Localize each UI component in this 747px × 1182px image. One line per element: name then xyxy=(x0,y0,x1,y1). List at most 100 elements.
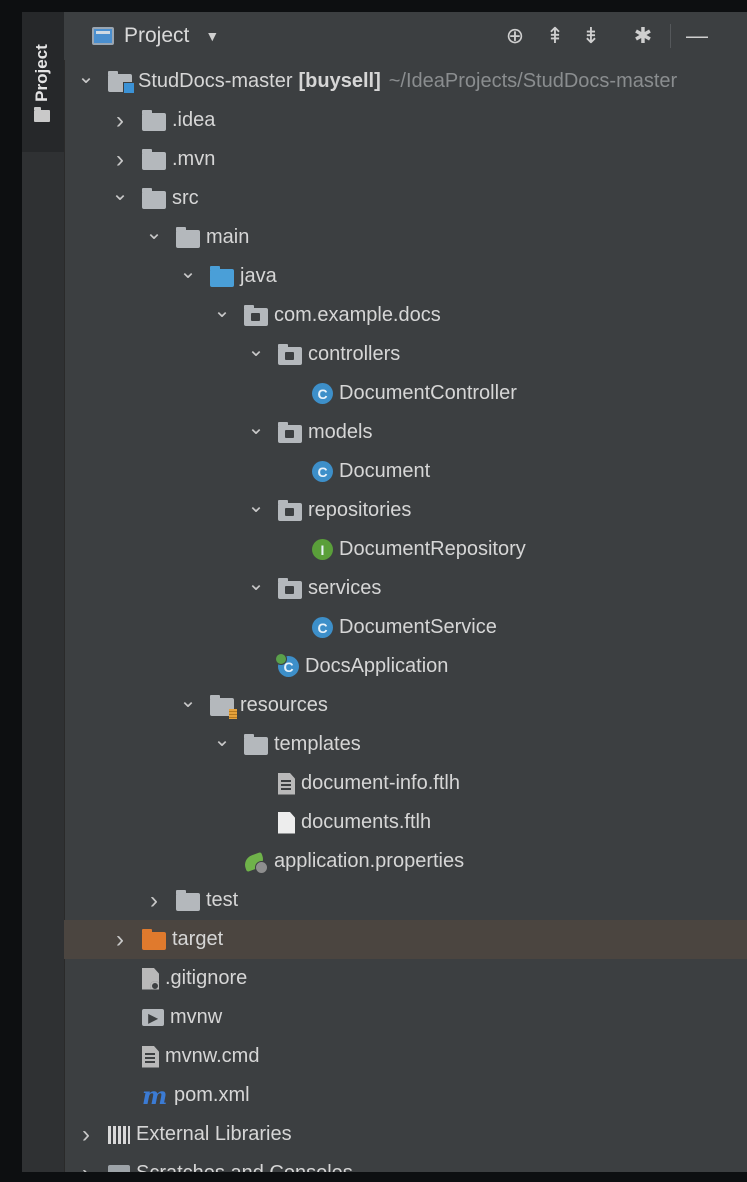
tree-node[interactable]: ⌄ main xyxy=(64,218,747,257)
tree-node[interactable]: ⌄ com.example.docs xyxy=(64,296,747,335)
tree-node[interactable]: ›CDocumentController xyxy=(64,374,747,413)
tree-node-label: document-info.ftlh xyxy=(301,772,460,794)
folder-icon xyxy=(142,187,166,209)
caret-down-icon: ▼ xyxy=(205,28,220,44)
libraries-icon xyxy=(108,1125,130,1144)
chevron-down-icon[interactable]: ⌄ xyxy=(246,340,266,365)
chevron-down-icon[interactable]: ⌄ xyxy=(246,496,266,521)
tree-node[interactable]: ⌄ java xyxy=(64,257,747,296)
minimize-icon[interactable]: — xyxy=(684,24,710,48)
expand-all-icon[interactable]: ⇞ xyxy=(542,24,568,48)
package-icon xyxy=(278,499,302,521)
resources-folder-icon xyxy=(210,694,237,719)
tree-node-label: DocumentService xyxy=(339,616,497,638)
project-toolbar: Project ▼ ⊕ ⇞ ⇟ ✱ — xyxy=(64,12,747,60)
tree-node[interactable]: ›CDocumentService xyxy=(64,608,747,647)
tree-node[interactable]: › External Libraries xyxy=(64,1115,747,1154)
tree-node[interactable]: ›.gitignore xyxy=(64,959,747,998)
chevron-down-icon[interactable]: ⌄ xyxy=(246,574,266,599)
tree-node-label: StudDocs-master xyxy=(138,70,293,92)
interface-icon: I xyxy=(312,539,333,560)
tree-node-label: models xyxy=(308,421,373,443)
project-tree[interactable]: ⌄ StudDocs-master [buysell] ~/IdeaProjects/… xyxy=(64,60,747,1172)
chevron-right-icon[interactable]: › xyxy=(110,926,130,954)
gitignore-file-icon xyxy=(142,967,159,990)
chevron-down-icon[interactable]: ⌄ xyxy=(212,301,232,326)
toolbar-separator xyxy=(670,24,671,48)
chevron-down-icon[interactable]: ⌄ xyxy=(178,262,198,287)
tree-node[interactable]: ⌄ src xyxy=(64,179,747,218)
tree-node[interactable]: ›▶mvnw xyxy=(64,998,747,1037)
tree-node-label: DocsApplication xyxy=(305,655,449,677)
package-icon xyxy=(278,421,302,443)
scratches-icon xyxy=(108,1164,134,1172)
tree-node-label: Document xyxy=(339,460,431,482)
chevron-down-icon[interactable]: ⌄ xyxy=(212,730,232,755)
tree-node[interactable]: ⌄ resources xyxy=(64,686,747,725)
folder-icon xyxy=(176,889,200,911)
executable-file-icon: ▶ xyxy=(142,1009,164,1026)
tree-node[interactable]: ›CDocsApplication xyxy=(64,647,747,686)
tree-node-label: resources xyxy=(240,694,328,716)
chevron-down-icon[interactable]: ⌄ xyxy=(76,67,96,92)
maven-file-icon: m xyxy=(142,1080,168,1110)
tree-node[interactable]: › test xyxy=(64,881,747,920)
file-icon xyxy=(278,811,295,834)
tree-node[interactable]: ⌄ templates xyxy=(64,725,747,764)
collapse-all-icon[interactable]: ⇟ xyxy=(578,24,604,48)
tree-node[interactable]: ›document-info.ftlh xyxy=(64,764,747,803)
project-side-tab[interactable]: Project xyxy=(22,12,64,152)
tree-node[interactable]: ⌄ models xyxy=(64,413,747,452)
text-file-icon xyxy=(278,772,295,795)
project-view-icon xyxy=(92,27,114,45)
chevron-right-icon[interactable]: › xyxy=(110,107,130,135)
package-icon xyxy=(278,343,302,365)
folder-icon xyxy=(244,733,268,755)
chevron-right-icon[interactable]: › xyxy=(144,887,164,915)
tree-node[interactable]: › target xyxy=(64,920,747,959)
tree-node-label: controllers xyxy=(308,343,401,365)
view-selector-dropdown[interactable]: Project ▼ xyxy=(92,22,219,50)
tree-node[interactable]: ⌄ controllers xyxy=(64,335,747,374)
tree-node-label: External Libraries xyxy=(136,1123,292,1145)
class-icon: C xyxy=(312,461,333,482)
tree-node-label: templates xyxy=(274,733,361,755)
tree-node[interactable]: › .mvn xyxy=(64,140,747,179)
gear-icon[interactable]: ✱ xyxy=(630,24,656,48)
locate-icon[interactable]: ⊕ xyxy=(502,24,528,48)
tree-node-label: DocumentController xyxy=(339,382,517,404)
tree-node[interactable]: › Scratches and Consoles xyxy=(64,1154,747,1172)
tree-node[interactable]: ⌄ services xyxy=(64,569,747,608)
tree-node-label: .gitignore xyxy=(165,967,248,989)
tree-node[interactable]: › .idea xyxy=(64,101,747,140)
folder-icon xyxy=(142,109,166,131)
tree-node-label: services xyxy=(308,577,382,599)
tree-node-label: mvnw xyxy=(170,1006,223,1028)
tree-node[interactable]: ›mvnw.cmd xyxy=(64,1037,747,1076)
folder-icon xyxy=(34,107,50,122)
project-path-hint: ~/IdeaProjects/StudDocs-master xyxy=(388,70,678,92)
tree-node-label: .mvn xyxy=(172,148,216,170)
chevron-down-icon[interactable]: ⌄ xyxy=(246,418,266,443)
tree-node[interactable]: ⌄ StudDocs-master [buysell] ~/IdeaProjects/… xyxy=(64,62,747,101)
chevron-down-icon[interactable]: ⌄ xyxy=(144,223,164,248)
source-folder-icon xyxy=(210,265,234,287)
chevron-right-icon[interactable]: › xyxy=(76,1121,96,1149)
folder-icon xyxy=(176,226,200,248)
view-selector-label: Project xyxy=(124,24,190,47)
tree-node-label: main xyxy=(206,226,250,248)
chevron-down-icon[interactable]: ⌄ xyxy=(178,691,198,716)
tree-node[interactable]: ⌄ repositories xyxy=(64,491,747,530)
tree-node-label: DocumentRepository xyxy=(339,538,526,560)
tree-node-label: .idea xyxy=(172,109,216,131)
tree-node-label: test xyxy=(206,889,239,911)
chevron-right-icon[interactable]: › xyxy=(76,1160,96,1173)
tree-node[interactable]: ›IDocumentRepository xyxy=(64,530,747,569)
chevron-right-icon[interactable]: › xyxy=(110,146,130,174)
chevron-down-icon[interactable]: ⌄ xyxy=(110,184,130,209)
text-file-icon xyxy=(142,1045,159,1068)
tree-node[interactable]: ›documents.ftlh xyxy=(64,803,747,842)
tree-node[interactable]: ›CDocument xyxy=(64,452,747,491)
tree-node[interactable]: ›application.properties xyxy=(64,842,747,881)
tree-node[interactable]: ›mpom.xml xyxy=(64,1076,747,1115)
